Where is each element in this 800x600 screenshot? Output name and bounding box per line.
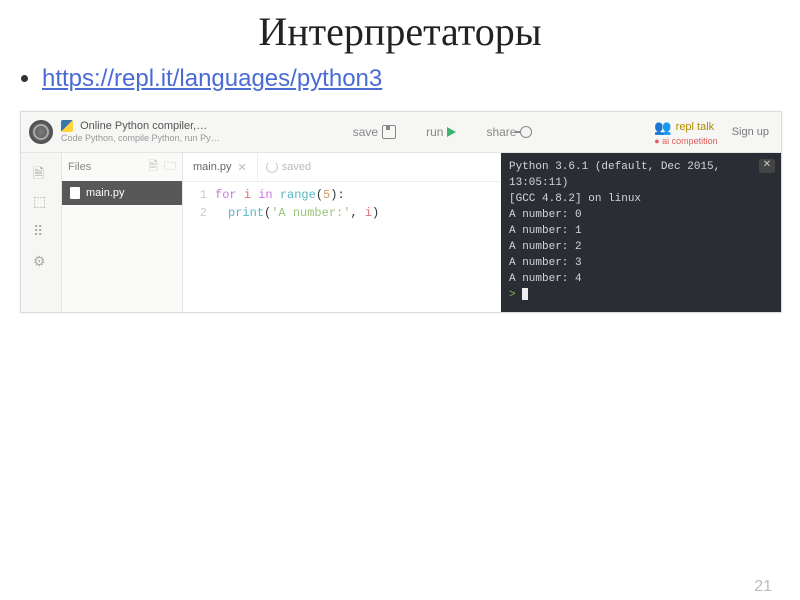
run-button[interactable]: run [426, 125, 456, 139]
add-folder-icon[interactable]: 🗀 [164, 157, 176, 178]
repl-talk-link[interactable]: 👥 repl talk ● ai competition [654, 119, 717, 146]
signup-button[interactable]: Sign up [732, 126, 769, 138]
code-editor[interactable]: 1 2 for i in range(5):print('A number:',… [183, 182, 501, 312]
replit-logo-icon [29, 120, 53, 144]
play-icon [447, 127, 456, 137]
line-numbers: 1 2 [183, 186, 215, 312]
close-tab-icon[interactable]: ✕ [238, 161, 247, 174]
saved-indicator: saved [258, 161, 311, 173]
bullet-item: https://repl.it/languages/python3 [42, 65, 780, 93]
slide-title: Интерпретаторы [20, 8, 780, 55]
save-button[interactable]: save [353, 125, 396, 139]
terminal-header1: Python 3.6.1 (default, Dec 2015, 13:05:1… [509, 159, 773, 191]
file-icon[interactable]: 🗎 [33, 163, 49, 179]
page-number: 21 [754, 578, 772, 596]
editor-pane: main.py ✕ saved 1 2 for i in range(5):pr… [183, 153, 501, 312]
terminal-prompt-line: > [509, 287, 773, 303]
files-pane: Files 🗎 🗀 main.py [62, 153, 183, 312]
code-body: for i in range(5):print('A number:', i) [215, 186, 379, 312]
terminal-close-icon[interactable]: ✕ [759, 159, 775, 173]
team-icon[interactable]: ⠿ [33, 223, 49, 239]
settings-icon[interactable]: ⚙ [33, 253, 49, 269]
page-title-block: Online Python compiler,… Code Python, co… [61, 120, 231, 144]
package-icon[interactable]: ⬚ [33, 193, 49, 209]
file-item-label: main.py [86, 187, 125, 199]
python-icon [61, 120, 73, 132]
file-small-icon [70, 187, 80, 199]
terminal-header2: [GCC 4.8.2] on linux [509, 191, 773, 207]
cursor-icon [522, 288, 528, 300]
saved-icon [266, 161, 278, 173]
add-file-icon[interactable]: 🗎 [148, 157, 158, 178]
left-gutter: 🗎 ⬚ ⠿ ⚙ [21, 153, 62, 312]
tab-mainpy[interactable]: main.py ✕ [183, 153, 258, 181]
page-title-line2: Code Python, compile Python, run Py… [61, 133, 231, 144]
share-button[interactable]: share [486, 125, 532, 139]
logo-cell [21, 120, 61, 144]
page-title-line1: Online Python compiler,… [80, 120, 207, 132]
terminal-output: A number: 0A number: 1A number: 2A numbe… [509, 207, 773, 287]
screenshot: Online Python compiler,… Code Python, co… [20, 111, 782, 313]
save-icon [382, 125, 396, 139]
repl-link[interactable]: https://repl.it/languages/python3 [42, 65, 382, 92]
terminal-pane[interactable]: ✕ Python 3.6.1 (default, Dec 2015, 13:05… [501, 153, 781, 312]
files-header: Files [68, 161, 91, 173]
topbar: Online Python compiler,… Code Python, co… [21, 112, 781, 153]
people-icon: 👥 [654, 119, 671, 136]
share-icon [520, 126, 532, 138]
file-item-mainpy[interactable]: main.py [62, 181, 182, 205]
competition-label: ● ai competition [654, 136, 717, 146]
